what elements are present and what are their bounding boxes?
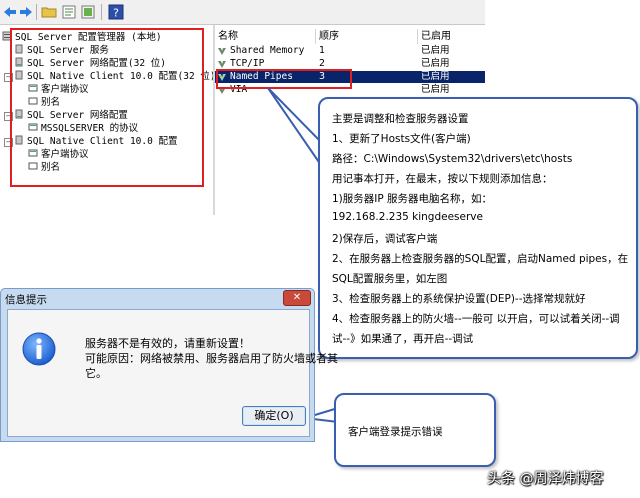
callout-line: 2、在服务器上检查服务器的SQL配置，启动Named pipes，在 [332, 253, 629, 265]
callout-error-text: 客户端登录提示错误 [348, 426, 443, 438]
watermark: 头条 @周泽炜博客 [487, 471, 604, 487]
callout-line: 路径：C:\Windows\System32\drivers\etc\hosts [332, 153, 573, 165]
close-button[interactable]: ✕ [283, 290, 311, 306]
dialog-message-line2: 可能原因：网络被禁用、服务器启用了防火墙或者其 [85, 352, 338, 365]
callout-main: 主要是调整和检查服务器设置 1、更新了Hosts文件(客户端) 路径：C:\Wi… [318, 97, 638, 359]
callout-line: SQL配置服务里，如左图 [332, 273, 448, 285]
callout-line: 4、检查服务器上的防火墙--一般可 以开启，可以试着关闭--调 [332, 313, 620, 325]
callout-line: 2)保存后，调试客户端 [332, 233, 438, 245]
callout-line: 1)服务器IP 服务器电脑名称，如： [332, 193, 493, 205]
callout-line: 主要是调整和检查服务器设置 [332, 113, 469, 125]
error-dialog: 信息提示 ✕ 服务器不是有效的，请重新设置！ 可能原因：网络被禁用、服务器启用了… [0, 288, 338, 442]
callout-error: 客户端登录提示错误 [334, 393, 496, 467]
dialog-title: 信息提示 [5, 294, 47, 306]
callout-line: 1、更新了Hosts文件(客户端) [332, 133, 471, 145]
dialog-message-line1: 服务器不是有效的，请重新设置！ [85, 337, 250, 350]
callout-line: 试--》如果通了，再开启--调试 [332, 333, 474, 345]
dialog-body: 服务器不是有效的，请重新设置！ 可能原因：网络被禁用、服务器启用了防火墙或者其 … [7, 309, 338, 437]
info-icon [22, 332, 56, 366]
callout-line: 3、检查服务器上的系统保护设置(DEP)--选择常规就好 [332, 293, 586, 305]
callout-main-pointer [267, 87, 324, 172]
callout-line: 192.168.2.235 kingdeeserve [332, 211, 483, 223]
ok-button[interactable]: 确定(O) [242, 406, 306, 426]
dialog-message-line3: 它。 [85, 367, 107, 380]
callout-line: 用记事本打开，在最末，按以下规则添加信息： [332, 173, 553, 185]
